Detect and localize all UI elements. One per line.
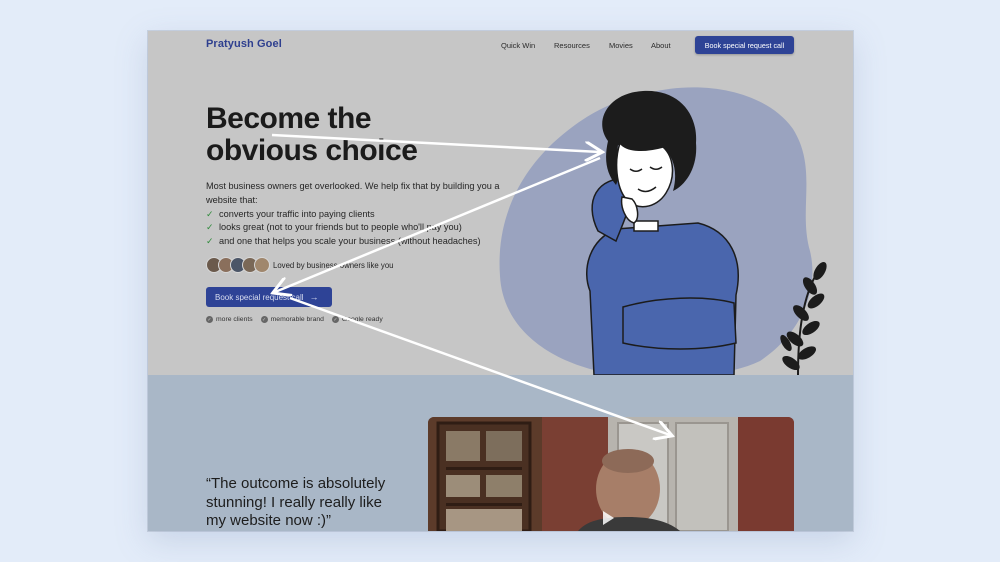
- header-book-call-button[interactable]: Book special request call: [695, 36, 794, 54]
- badge-label: more clients: [216, 316, 253, 323]
- website-screenshot: Pratyush Goel Quick Win Resources Movies…: [148, 31, 853, 531]
- social-proof-text: Loved by business owners like you: [273, 261, 394, 270]
- benefit-list: ✓ converts your traffic into paying clie…: [206, 207, 481, 248]
- check-circle-icon: ✓: [260, 316, 268, 323]
- feature-badge: ✓ Google ready: [331, 316, 383, 323]
- nav-link-quick-win[interactable]: Quick Win: [501, 41, 535, 50]
- site-logo[interactable]: Pratyush Goel: [206, 38, 282, 50]
- hero-cta-label: Book special request call: [215, 292, 304, 302]
- nav-link-movies[interactable]: Movies: [609, 41, 633, 50]
- avatar-group: [206, 257, 270, 273]
- badge-label: Google ready: [341, 316, 383, 323]
- check-circle-icon: ✓: [331, 316, 339, 323]
- headline-line-2: obvious choice: [206, 134, 418, 167]
- check-icon: ✓: [206, 208, 214, 219]
- arrow-right-icon: →: [309, 292, 319, 302]
- feature-badge: ✓ memorable brand: [260, 316, 324, 323]
- hero-intro: Most business owners get overlooked. We …: [206, 181, 500, 205]
- thinking-woman-illustration: [499, 87, 827, 375]
- benefit-text: looks great (not to your friends but to …: [219, 222, 462, 233]
- feature-badge: ✓ more clients: [206, 316, 253, 323]
- hero-section: Pratyush Goel Quick Win Resources Movies…: [148, 31, 853, 375]
- nav-link-resources[interactable]: Resources: [554, 41, 590, 50]
- crossed-arm: [622, 297, 737, 350]
- check-circle-icon: ✓: [206, 316, 213, 323]
- quote-line: stunning! I really really like: [206, 493, 382, 511]
- hero-headline: Become the obvious choice: [206, 102, 418, 167]
- benefit-text: and one that helps you scale your busine…: [219, 235, 481, 246]
- play-icon[interactable]: [603, 511, 614, 525]
- feature-badges: ✓ more clients ✓ memorable brand ✓ Google r…: [206, 316, 391, 323]
- quote-line: my website now :)”: [206, 512, 332, 529]
- neck: [633, 220, 659, 232]
- quote-line: “The outcome is absolutely: [206, 475, 386, 492]
- benefit-item: ✓ and one that helps you scale your busi…: [206, 234, 481, 248]
- testimonial-quote: “The outcome is absolutely stunning! I r…: [206, 475, 385, 531]
- check-icon: ✓: [206, 235, 214, 246]
- nav-link-about[interactable]: About: [651, 41, 671, 50]
- testimonial-video[interactable]: [428, 417, 794, 531]
- benefit-item: ✓ looks great (not to your friends but t…: [206, 221, 481, 235]
- headline-line-1: Become the: [206, 102, 372, 135]
- check-icon: ✓: [206, 222, 214, 233]
- badge-label: memorable brand: [270, 316, 324, 323]
- avatar: [254, 257, 270, 273]
- benefit-text: converts your traffic into paying client…: [219, 208, 375, 219]
- hero-book-call-button[interactable]: Book special request call →: [206, 287, 332, 307]
- benefit-item: ✓ converts your traffic into paying clie…: [206, 207, 481, 221]
